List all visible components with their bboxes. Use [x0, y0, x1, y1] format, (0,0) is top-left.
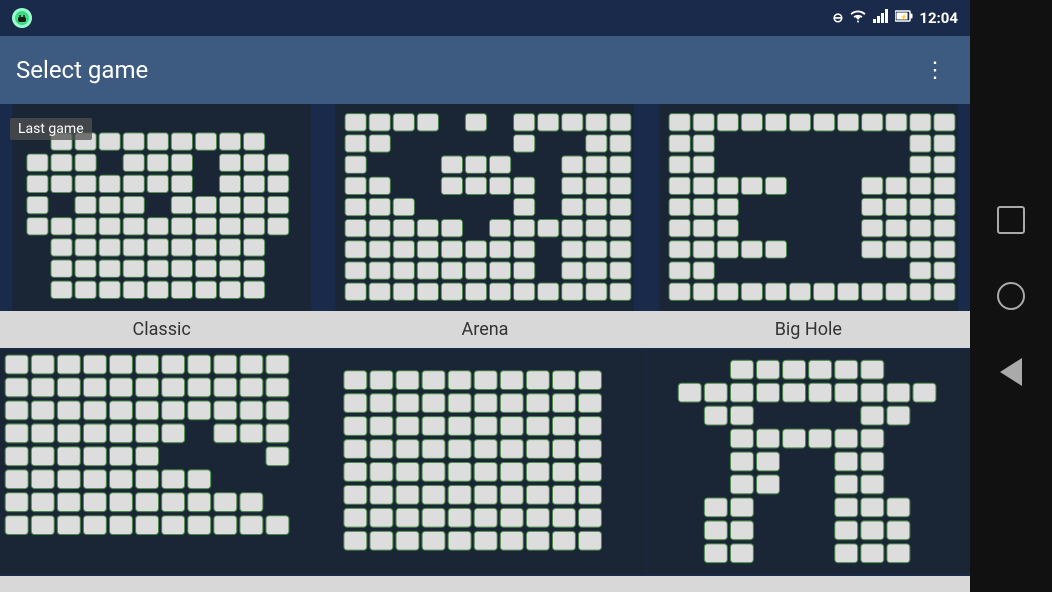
minus-circle-icon: ⊖ [832, 11, 843, 26]
home-icon [997, 282, 1025, 310]
svg-text:⚡: ⚡ [900, 13, 907, 21]
wifi-icon [849, 9, 867, 27]
status-bar: ⊖ [0, 0, 970, 36]
game-thumbnail-flat [323, 348, 646, 576]
game-card-figure[interactable] [647, 348, 970, 592]
game-card-flat[interactable] [323, 348, 646, 592]
battery-icon: ⚡ [895, 10, 913, 26]
game-grid: Last game [0, 104, 970, 592]
game-card-classic[interactable]: Last game [0, 104, 323, 348]
app-bar: Select game ⋮ [0, 36, 970, 104]
status-bar-right: ⊖ [832, 9, 958, 27]
game-label-arena: Arena [323, 311, 646, 348]
recent-apps-button[interactable] [993, 202, 1029, 238]
recent-apps-icon [997, 206, 1025, 234]
more-options-button[interactable]: ⋮ [916, 49, 954, 91]
game-thumbnail-classic: Last game [0, 104, 323, 311]
game-thumbnail-big-hole [647, 104, 970, 311]
signal-icon [873, 9, 889, 27]
game-card-big-hole[interactable]: Big Hole [647, 104, 970, 348]
game-label-figure [647, 576, 970, 592]
game-label-big-hole: Big Hole [647, 311, 970, 348]
game-label-spiral [0, 576, 323, 592]
game-card-arena[interactable]: Arena [323, 104, 646, 348]
game-thumbnail-figure [647, 348, 970, 576]
game-thumbnail-spiral [0, 348, 323, 576]
game-label-flat [323, 576, 646, 592]
back-icon [1000, 358, 1022, 386]
navigation-bar [970, 0, 1052, 592]
home-button[interactable] [993, 278, 1029, 314]
game-thumbnail-arena [323, 104, 646, 311]
phone-screen: ⊖ [0, 0, 970, 592]
game-card-spiral[interactable] [0, 348, 323, 592]
back-button[interactable] [993, 354, 1029, 390]
status-bar-left [12, 8, 32, 28]
status-time: 12:04 [919, 9, 958, 27]
last-game-badge: Last game [10, 118, 92, 140]
page-title: Select game [16, 56, 148, 84]
android-icon [12, 8, 32, 28]
game-label-classic: Classic [0, 311, 323, 348]
